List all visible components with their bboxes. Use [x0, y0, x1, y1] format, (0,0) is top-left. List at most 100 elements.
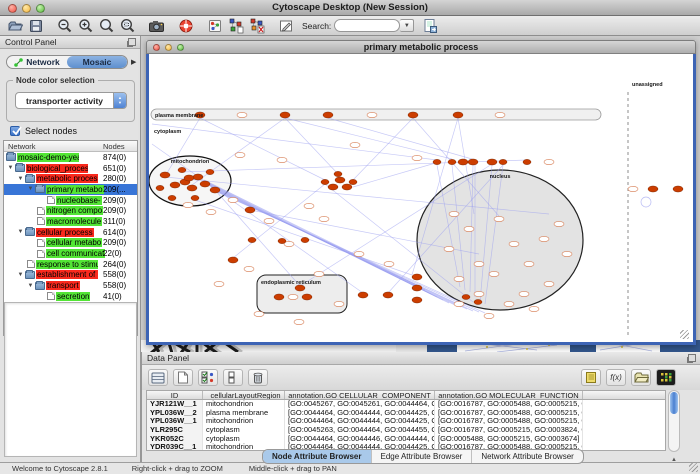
- graph-node[interactable]: [342, 184, 352, 190]
- float-panel-icon[interactable]: [688, 354, 696, 362]
- select-nodes-checkbox[interactable]: [10, 126, 20, 136]
- network-tree-row[interactable]: secretion41(0): [4, 291, 137, 302]
- graph-node-outline[interactable]: [454, 301, 464, 306]
- graph-node-outline[interactable]: [288, 294, 298, 299]
- graph-node[interactable]: [178, 167, 186, 172]
- graph-node-outline[interactable]: [449, 211, 459, 216]
- graph-node[interactable]: [274, 294, 284, 300]
- graph-node-outline[interactable]: [314, 271, 324, 276]
- graph-node-outline[interactable]: [254, 311, 264, 316]
- graph-node[interactable]: [323, 112, 333, 118]
- graph-node-outline[interactable]: [474, 291, 484, 296]
- graph-node[interactable]: [334, 171, 342, 176]
- attribute-matrix-icon[interactable]: [656, 369, 676, 386]
- delete-attribute-icon[interactable]: [248, 369, 268, 386]
- graph-node[interactable]: [184, 175, 194, 181]
- network-tree-row[interactable]: macromolecule311(0): [4, 216, 137, 227]
- zoom-in-icon[interactable]: [75, 17, 96, 35]
- attribute-table-header[interactable]: ID_cellularLayoutRegionannotation.GO CEL…: [147, 391, 665, 400]
- graph-node[interactable]: [187, 185, 197, 191]
- graph-node[interactable]: [160, 172, 170, 178]
- graph-node-outline[interactable]: [264, 218, 274, 223]
- graph-node[interactable]: [673, 186, 683, 192]
- graph-node[interactable]: [408, 112, 418, 118]
- graph-node[interactable]: [523, 159, 531, 164]
- search-input[interactable]: [334, 19, 400, 32]
- create-network-icon[interactable]: [225, 17, 246, 35]
- column-settings-icon[interactable]: [148, 369, 168, 386]
- zoom-out-icon[interactable]: [54, 17, 75, 35]
- network-tree-row[interactable]: nucleobase-209(0): [4, 195, 137, 206]
- network-tree-row[interactable]: cellular metabo209(0): [4, 238, 137, 249]
- tree-expander-icon[interactable]: ▼: [16, 271, 25, 279]
- graph-node-outline[interactable]: [237, 112, 247, 117]
- destroy-network-icon[interactable]: [246, 17, 267, 35]
- network-tree-row[interactable]: response to stimulu264(0): [4, 259, 137, 270]
- column-header[interactable]: annotation.GO CELLULAR_COMPONENT: [285, 391, 435, 399]
- tree-expander-icon[interactable]: ▼: [6, 164, 15, 172]
- network-tree-row[interactable]: ▼primary metabo209(...: [4, 184, 137, 195]
- graph-node[interactable]: [191, 195, 199, 200]
- graph-node-outline[interactable]: [183, 202, 193, 207]
- graph-node-outline[interactable]: [474, 261, 484, 266]
- view-resize-grip[interactable]: [680, 330, 689, 339]
- graph-node[interactable]: [412, 274, 422, 280]
- graph-node[interactable]: [193, 174, 203, 180]
- network-tree-row[interactable]: nitrogen compo209(0): [4, 205, 137, 216]
- tab-network-attribute-browser[interactable]: Network Attribute Browser: [471, 450, 582, 463]
- graph-node[interactable]: [468, 159, 478, 165]
- network-tree-row[interactable]: mosaic-demo-yeast874(0): [4, 152, 137, 163]
- zoom-selected-icon[interactable]: [117, 17, 138, 35]
- tree-expander-icon[interactable]: ▼: [16, 228, 25, 236]
- graph-node[interactable]: [302, 294, 312, 300]
- graph-node-outline[interactable]: [350, 142, 360, 147]
- zoom-fit-icon[interactable]: [96, 17, 117, 35]
- graph-node[interactable]: [412, 297, 422, 303]
- graph-node[interactable]: [206, 169, 214, 174]
- unselect-attributes-icon[interactable]: [223, 369, 243, 386]
- graph-node[interactable]: [280, 112, 290, 118]
- graph-node[interactable]: [328, 184, 338, 190]
- graph-node[interactable]: [156, 185, 164, 190]
- graph-node-outline[interactable]: [504, 301, 514, 306]
- graph-node-outline[interactable]: [562, 251, 572, 256]
- graph-node-outline[interactable]: [519, 291, 529, 296]
- table-row[interactable]: YPL036W__2plasma membrane[GO:0044464, GO…: [147, 409, 665, 418]
- graph-node-outline[interactable]: [235, 152, 245, 157]
- graph-node-outline[interactable]: [539, 236, 549, 241]
- graph-node[interactable]: [228, 257, 238, 263]
- table-row[interactable]: YPL036W__1mitochondrion[GO:0044464, GO:0…: [147, 417, 665, 426]
- save-session-icon[interactable]: [25, 17, 46, 35]
- birds-eye-view[interactable]: [4, 302, 137, 457]
- graph-node-outline[interactable]: [524, 261, 534, 266]
- graph-node-outline[interactable]: [494, 216, 504, 221]
- graph-node-outline[interactable]: [509, 241, 519, 246]
- graph-node[interactable]: [412, 285, 422, 291]
- graph-node[interactable]: [358, 292, 368, 298]
- graph-node-outline[interactable]: [228, 197, 238, 202]
- graph-node[interactable]: [648, 186, 658, 192]
- tree-expander-icon[interactable]: ▼: [16, 175, 25, 183]
- graph-node[interactable]: [335, 177, 345, 183]
- graph-node-outline[interactable]: [294, 319, 304, 324]
- graph-node[interactable]: [200, 181, 210, 187]
- network-tree-row[interactable]: ▼establishment of lo558(0): [4, 270, 137, 281]
- tab-overflow-icon[interactable]: ▶: [131, 58, 136, 66]
- graph-node-outline[interactable]: [206, 209, 216, 214]
- select-attributes-icon[interactable]: [198, 369, 218, 386]
- tab-mosaic[interactable]: Mosaic: [67, 56, 127, 68]
- open-session-icon[interactable]: [4, 17, 25, 35]
- vizmapper-icon[interactable]: [204, 17, 225, 35]
- graph-node-outline[interactable]: [354, 251, 364, 256]
- graph-node[interactable]: [433, 159, 441, 164]
- graph-node[interactable]: [448, 159, 456, 164]
- node-color-dropdown[interactable]: transporter activity ▲▼: [15, 92, 127, 109]
- attribute-notepad-icon[interactable]: [581, 369, 601, 386]
- graph-node-outline[interactable]: [304, 203, 314, 208]
- graph-node[interactable]: [349, 179, 357, 184]
- network-view-titlebar[interactable]: primary metabolic process: [146, 40, 696, 54]
- graph-node-outline[interactable]: [244, 266, 254, 271]
- window-resize-grip[interactable]: [689, 463, 698, 472]
- table-row[interactable]: YJR121W__1mitochondrion[GO:0045267, GO:0…: [147, 400, 665, 409]
- graph-node-outline[interactable]: [544, 159, 554, 164]
